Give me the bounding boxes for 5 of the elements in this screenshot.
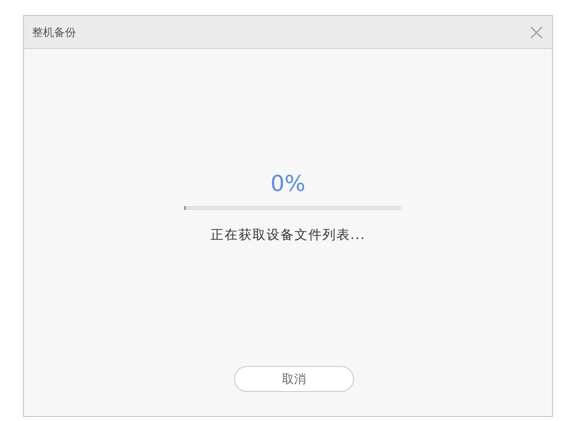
window-title: 整机备份 [32, 24, 76, 40]
progress-percent: 0% [270, 172, 306, 198]
cancel-button[interactable]: 取消 [234, 366, 354, 392]
close-icon[interactable] [530, 26, 543, 38]
status-text: 正在获取设备文件列表... [210, 227, 366, 244]
